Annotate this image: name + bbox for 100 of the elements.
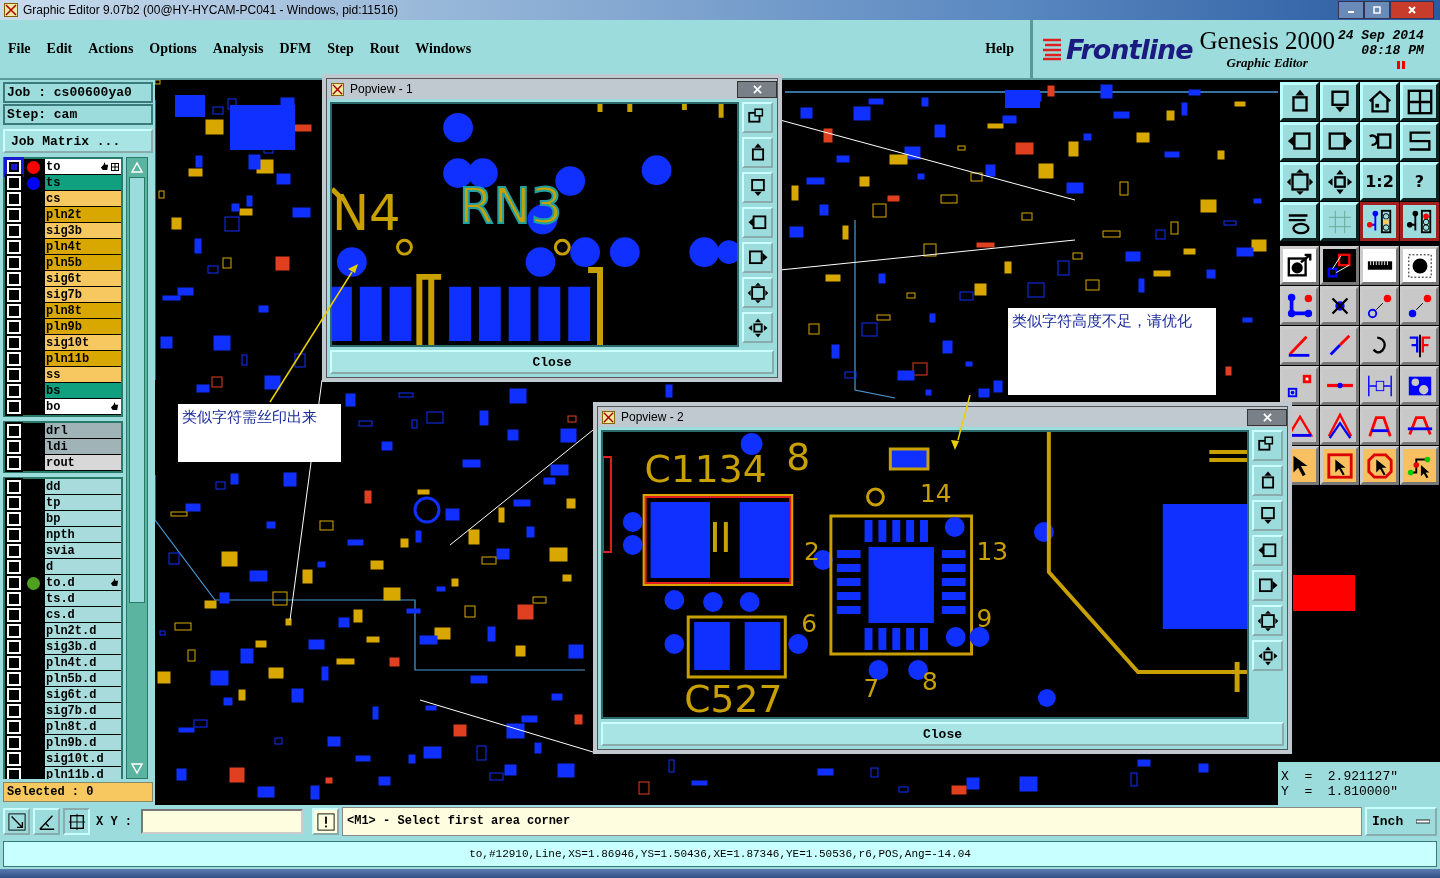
layer-name: sig10t: [45, 335, 90, 350]
status-field: to,#12910,Line,XS=1.86946,YS=1.50436,XE=1.87346,YE=1.50536,r6,POS,Ang=-14.04: [3, 840, 1437, 867]
menu-item[interactable]: Windows: [415, 41, 472, 57]
layer-name: ldi: [45, 439, 68, 454]
layer-item[interactable]: sig6t: [45, 271, 121, 287]
layer-item[interactable]: pln4t: [45, 239, 121, 255]
layer-item[interactable]: to.d: [45, 575, 121, 591]
layer-item[interactable]: pln4t.d: [45, 655, 121, 671]
popview-title: Popview - 1: [350, 82, 413, 96]
layer-name: pln4t.d: [45, 655, 97, 670]
query-button[interactable]: ?: [1400, 162, 1439, 201]
layer-item[interactable]: bp: [45, 511, 121, 527]
component-label: N4: [332, 184, 401, 243]
layer-item[interactable]: tp: [45, 495, 121, 511]
layer-item[interactable]: svia: [45, 543, 121, 559]
layer-item[interactable]: pln5b.d: [45, 671, 121, 687]
menu-item[interactable]: Options: [149, 41, 197, 57]
layer-item[interactable]: ss: [45, 367, 121, 383]
layer-name: ts.d: [45, 591, 75, 606]
layer-item[interactable]: sig6t.d: [45, 687, 121, 703]
help-menu[interactable]: Help: [985, 41, 1014, 57]
layer-item[interactable]: pln9b: [45, 319, 121, 335]
menu-item[interactable]: Rout: [369, 41, 400, 57]
menu-item[interactable]: Edit: [46, 41, 73, 57]
close-button[interactable]: Close: [330, 350, 774, 374]
layer-item[interactable]: bo: [45, 399, 121, 415]
prompt-field: <M1> - Select first area corner: [342, 807, 1362, 836]
component-label: 2: [804, 536, 820, 567]
layer-item[interactable]: cs.d: [45, 607, 121, 623]
layer-name: sig3b: [45, 223, 82, 238]
layer-item[interactable]: pln11b: [45, 351, 121, 367]
layer-item[interactable]: sig10t.d: [45, 751, 121, 767]
layer-item[interactable]: drl: [45, 423, 121, 439]
menu-item[interactable]: File: [8, 41, 31, 57]
layer-item[interactable]: pln9b.d: [45, 735, 121, 751]
layer-item[interactable]: ts: [45, 175, 121, 191]
layer-item[interactable]: pln5b: [45, 255, 121, 271]
step-field: Step: cam: [3, 104, 153, 125]
component-label: C527: [684, 676, 783, 717]
close-button[interactable]: Close: [601, 722, 1284, 746]
product-name: Genesis 2000: [1199, 27, 1335, 55]
layer-item[interactable]: dd: [45, 479, 121, 495]
layer-name: tp: [45, 495, 61, 510]
layer-item[interactable]: cs: [45, 191, 121, 207]
date-text: 24 Sep 2014: [1337, 28, 1424, 43]
popview-title: Popview - 2: [621, 410, 684, 424]
layer-name: pln9b.d: [45, 735, 97, 750]
layer-name: cs.d: [45, 607, 75, 622]
layer-name: drl: [45, 423, 68, 438]
layer-item[interactable]: sig3b.d: [45, 639, 121, 655]
layer-item[interactable]: pln8t.d: [45, 719, 121, 735]
layer-item[interactable]: sig7b: [45, 287, 121, 303]
menu-item[interactable]: DFM: [279, 41, 312, 57]
layer-name: pln2t.d: [45, 623, 97, 638]
logo-text: Frontline: [1066, 33, 1193, 65]
layer-name: dd: [45, 479, 61, 494]
layer-name: sig6t: [45, 271, 82, 286]
layer-name: cs: [45, 191, 61, 206]
layer-item[interactable]: npth: [45, 527, 121, 543]
layer-name: to: [45, 159, 61, 174]
layer-name: to.d: [45, 575, 75, 590]
component-label: 9: [976, 603, 993, 634]
component-label: C1134: [644, 446, 767, 492]
layer-item[interactable]: sig3b: [45, 223, 121, 239]
layer-item[interactable]: bs: [45, 383, 121, 399]
layer-item[interactable]: sig10t: [45, 335, 121, 351]
layer-item[interactable]: rout: [45, 455, 121, 471]
x-coordinate: X = 2.921127": [1281, 768, 1400, 784]
layer-name: pln5b.d: [45, 671, 97, 686]
layer-item[interactable]: pln2t: [45, 207, 121, 223]
layer-item[interactable]: ldi: [45, 439, 121, 455]
component-label: 13: [976, 536, 1009, 567]
layer-name: svia: [45, 543, 75, 558]
layer-name: ts: [45, 175, 61, 190]
layer-item[interactable]: pln8t: [45, 303, 121, 319]
component-label: 8: [922, 666, 938, 697]
job-matrix-button[interactable]: Job Matrix ...: [3, 129, 153, 153]
layer-item[interactable]: sig7b.d: [45, 703, 121, 719]
layer-name: rout: [45, 455, 75, 470]
units-button[interactable]: Inch: [1365, 807, 1437, 836]
layer-item[interactable]: pln2t.d: [45, 623, 121, 639]
layer-name: sig7b.d: [45, 703, 97, 718]
layer-item[interactable]: to: [45, 159, 121, 175]
layer-name: pln8t: [45, 303, 82, 318]
menu-item[interactable]: Step: [327, 41, 354, 57]
scale-button[interactable]: 1:2: [1360, 162, 1399, 201]
component-label: 6: [801, 608, 817, 639]
component-label: 7: [863, 673, 880, 704]
layer-name: d: [45, 559, 54, 574]
layer-name: pln5b: [45, 255, 82, 270]
product-subtitle: Graphic Editor: [1226, 55, 1308, 71]
layer-item[interactable]: ts.d: [45, 591, 121, 607]
menu-item[interactable]: Analysis: [212, 41, 264, 57]
xy-label: X Y :: [96, 814, 132, 829]
component-label: 14: [920, 478, 952, 509]
layer-name: bo: [45, 399, 61, 414]
menu-item[interactable]: Actions: [88, 41, 134, 57]
layer-name: pln2t: [45, 207, 82, 222]
component-label: RN3: [459, 176, 563, 235]
layer-item[interactable]: d: [45, 559, 121, 575]
